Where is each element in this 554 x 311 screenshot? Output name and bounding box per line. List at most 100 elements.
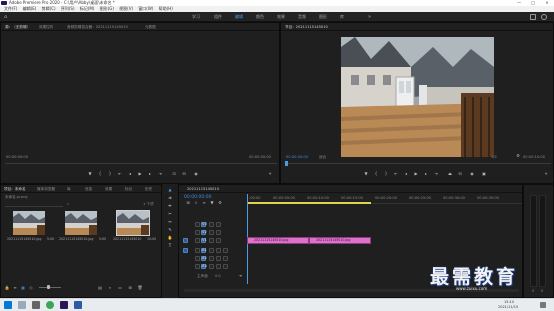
tab-audio-clip-mixer[interactable]: 音频剪辑混合器：20211115145010 <box>67 23 128 31</box>
timeline-settings-icon[interactable]: ⚙ <box>217 200 223 205</box>
source-patch-a1[interactable] <box>183 248 188 253</box>
fit-dropdown[interactable]: 适合 <box>319 155 326 160</box>
new-item-icon[interactable]: ⊞ <box>127 285 133 290</box>
tab-info[interactable]: 信息 <box>85 185 92 193</box>
find-icon[interactable]: ⌕ <box>107 285 113 290</box>
timeline-clip[interactable]: 20211115145010.jpg <box>247 237 309 244</box>
comparison-view-icon[interactable]: ▣ <box>481 171 487 176</box>
tab-history[interactable]: 历史 <box>145 185 152 193</box>
sync-lock-icon[interactable] <box>209 222 214 227</box>
mark-in-icon[interactable]: { <box>97 171 103 176</box>
lock-track-icon[interactable] <box>195 222 200 227</box>
tab-metadata[interactable]: 元数据 <box>145 23 156 31</box>
export-frame-icon[interactable]: ◉ <box>469 171 475 176</box>
project-clip-thumb[interactable] <box>13 211 45 235</box>
lock-track-icon[interactable] <box>195 264 200 269</box>
eye-icon[interactable] <box>216 222 221 227</box>
microphone-icon[interactable] <box>223 248 228 253</box>
lock-track-icon[interactable] <box>195 238 200 243</box>
lock-icon[interactable]: 🔒 <box>4 285 10 290</box>
mute-button[interactable] <box>209 256 214 261</box>
home-icon[interactable]: ⌂ <box>4 14 10 20</box>
lock-track-icon[interactable] <box>195 248 200 253</box>
freeform-view-icon[interactable]: ◇ <box>28 285 34 290</box>
notification-icon[interactable] <box>540 302 546 308</box>
step-forward-icon[interactable]: ▸ <box>423 171 429 176</box>
go-to-out-icon[interactable]: ⇥ <box>157 171 163 176</box>
quick-export-icon[interactable] <box>541 14 547 20</box>
solo-button[interactable] <box>216 248 221 253</box>
play-icon[interactable]: ▶ <box>137 171 143 176</box>
search-icon[interactable]: ⌕ <box>67 202 69 206</box>
word-icon[interactable] <box>74 301 82 309</box>
linked-selection-icon[interactable]: ∞ <box>201 200 207 205</box>
insert-icon[interactable]: ⊡ <box>171 171 177 176</box>
ripple-edit-tool-icon[interactable]: ⇹ <box>166 202 174 209</box>
tab-markers[interactable]: 标记 <box>125 185 132 193</box>
go-to-out-icon[interactable]: ⇥ <box>433 171 439 176</box>
mark-out-icon[interactable]: } <box>107 171 113 176</box>
lock-track-icon[interactable] <box>195 230 200 235</box>
add-marker-icon[interactable]: ▼ <box>209 200 215 205</box>
insert-sequence-icon[interactable]: ⊞ <box>185 200 191 205</box>
workspace-assembly[interactable]: 组件 <box>214 12 222 22</box>
lock-track-icon[interactable] <box>195 256 200 261</box>
start-icon[interactable] <box>4 301 12 309</box>
source-scrubber[interactable] <box>5 163 277 164</box>
time-ruler[interactable]: :00:00 00:00:05:00 00:00:10:00 00:00:15:… <box>247 194 522 204</box>
program-playhead[interactable] <box>285 161 288 166</box>
timeline-clip[interactable]: 20211115145010.jpg <box>309 237 371 244</box>
extract-icon[interactable]: ⊟ <box>457 171 463 176</box>
workspace-libraries[interactable]: 库 <box>340 12 344 22</box>
program-scrubber[interactable] <box>285 163 551 164</box>
share-icon[interactable] <box>530 14 536 20</box>
project-sequence-thumb[interactable] <box>116 210 150 236</box>
solo-button[interactable] <box>216 256 221 261</box>
sync-lock-icon[interactable] <box>209 238 214 243</box>
tab-program[interactable]: 节目：20211115145010 <box>285 23 328 31</box>
pen-tool-icon[interactable]: ✎ <box>166 226 174 233</box>
snap-icon[interactable]: ∩ <box>193 200 199 205</box>
workspace-color[interactable]: 颜色 <box>256 12 264 22</box>
workspace-learn[interactable]: 学习 <box>192 12 200 22</box>
slip-tool-icon[interactable]: ↔ <box>166 218 174 225</box>
step-forward-icon[interactable]: ▸ <box>147 171 153 176</box>
search-input[interactable] <box>5 202 63 207</box>
go-to-in-icon[interactable]: ⇤ <box>393 171 399 176</box>
add-marker-icon[interactable]: ▼ <box>87 171 93 176</box>
tab-effect-controls[interactable]: 效果控件 <box>39 23 53 31</box>
lift-icon[interactable]: ⏏ <box>447 171 453 176</box>
overwrite-icon[interactable]: ⊟ <box>181 171 187 176</box>
work-area-bar[interactable] <box>247 202 371 204</box>
task-view-icon[interactable] <box>32 301 40 309</box>
selection-tool-icon[interactable]: ▲ <box>166 186 174 193</box>
workspace-audio[interactable]: 音频 <box>298 12 306 22</box>
go-to-end-icon[interactable]: ⇥ <box>237 273 243 278</box>
mute-button[interactable] <box>209 248 214 253</box>
automate-to-sequence-icon[interactable]: ▤ <box>97 285 103 290</box>
microphone-icon[interactable] <box>223 256 228 261</box>
hand-tool-icon[interactable]: ✋ <box>166 234 174 241</box>
icon-view-icon[interactable]: ▦ <box>20 285 26 290</box>
list-view-icon[interactable]: ≡ <box>12 285 18 290</box>
master-volume[interactable]: 0.0 <box>215 274 221 278</box>
mark-in-icon[interactable]: { <box>373 171 379 176</box>
source-patch-v1[interactable] <box>183 238 188 243</box>
eye-icon[interactable] <box>216 238 221 243</box>
add-button-icon[interactable]: + <box>543 171 549 176</box>
play-icon[interactable]: ▶ <box>413 171 419 176</box>
go-to-in-icon[interactable]: ⇤ <box>117 171 123 176</box>
zoom-slider[interactable] <box>39 287 61 288</box>
type-tool-icon[interactable]: T <box>166 242 174 249</box>
browser-icon[interactable] <box>46 301 54 309</box>
workspace-effects[interactable]: 效果 <box>277 12 285 22</box>
more-workspaces-icon[interactable]: » <box>368 12 371 22</box>
tab-effects[interactable]: 效果 <box>105 185 112 193</box>
tab-sequence[interactable]: 20211115145010 <box>187 185 219 193</box>
step-back-icon[interactable]: ◂ <box>403 171 409 176</box>
step-back-icon[interactable]: ◂ <box>127 171 133 176</box>
v1-track-area[interactable]: 20211115145010.jpg 20211115145010.jpg <box>247 235 522 245</box>
zoom-slider-handle[interactable] <box>47 285 50 289</box>
new-bin-icon[interactable]: ▭ <box>117 285 123 290</box>
eye-icon[interactable] <box>216 230 221 235</box>
